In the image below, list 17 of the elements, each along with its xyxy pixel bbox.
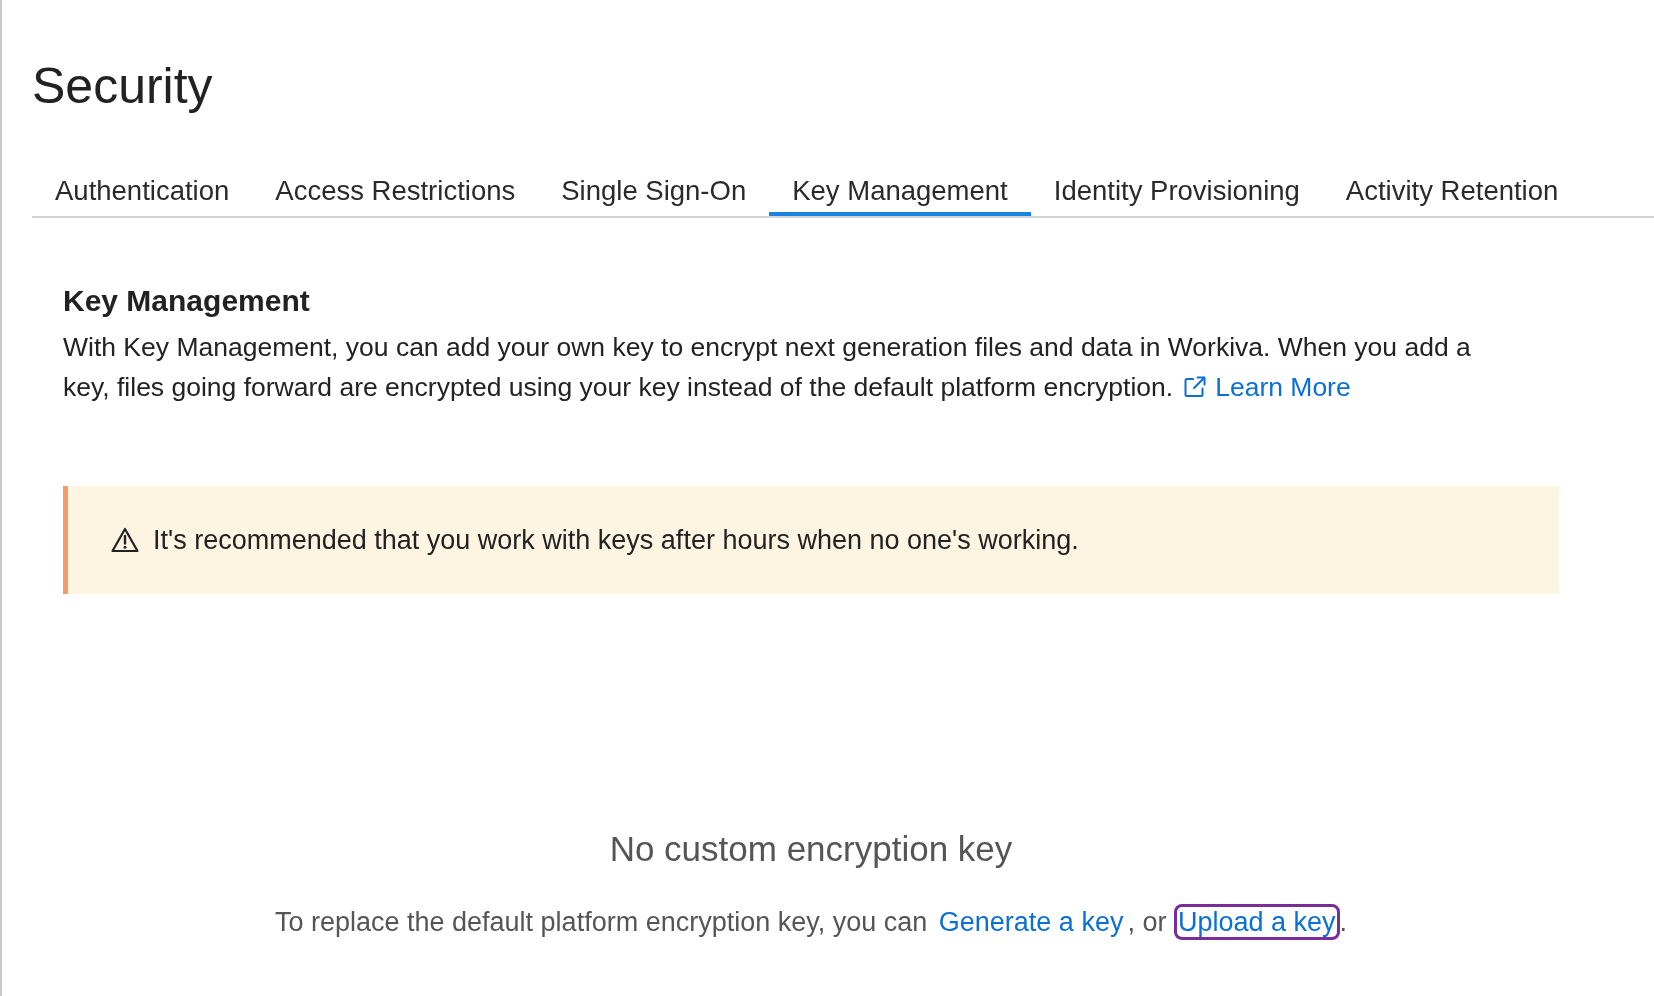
tab[interactable]: Identity Provisioning [1030,166,1323,216]
tab[interactable]: Authentication [32,166,253,216]
tab[interactable]: Key Management [769,166,1031,216]
tab[interactable]: Single Sign-On [538,166,770,216]
tab[interactable]: Access Restrictions [252,166,539,216]
warning-message: It's recommended that you work with keys after hours when no one's working. [153,524,1079,557]
page-title: Security [32,57,213,116]
tab[interactable]: Activity Retention [1322,166,1582,216]
section-heading: Key Management [63,283,310,319]
external-link-icon [1183,375,1208,399]
empty-state-text: To replace the default platform encryption key, you can Generate a key, or Upload a key. [274,902,1348,942]
key-link[interactable]: Generate a key [934,904,1128,940]
learn-more-link[interactable]: Learn More [1183,367,1351,407]
warning-icon [111,527,139,553]
key-link[interactable]: Upload a key [1173,904,1340,940]
description-text: With Key Management, you can add your own key to encrypt next generation files and data in Workiva. When you add a key, files going forward are encrypted using your key instead of the default platform encryption. Learn More [63,327,1503,407]
empty-state-title: No custom encryption key [609,828,1013,870]
